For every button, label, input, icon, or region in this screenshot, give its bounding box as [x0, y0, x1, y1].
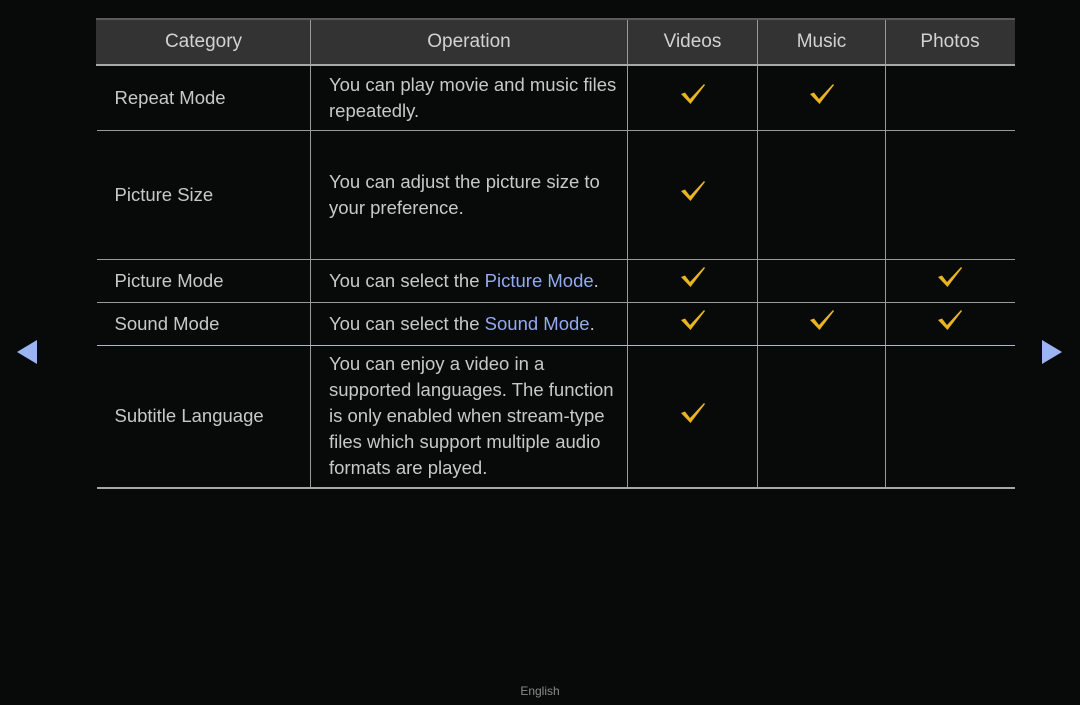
category-subtitle-language[interactable]: Subtitle Language: [96, 345, 311, 489]
operation-suffix: .: [589, 312, 595, 334]
operation-cell: You can select the Picture Mode.: [310, 259, 628, 303]
photos-cell: [885, 65, 1015, 131]
table-row: Repeat Mode You can play movie and music…: [96, 65, 1015, 131]
music-cell: [757, 302, 886, 346]
checkmark-icon: [680, 84, 705, 105]
operation-cell: You can enjoy a video in a supported lan…: [310, 345, 628, 489]
operation-suffix: .: [593, 269, 599, 291]
operation-text: You can adjust the picture size to your …: [329, 170, 600, 218]
videos-cell: [627, 130, 758, 260]
music-cell: [757, 130, 886, 260]
operation-cell: You can play movie and music files repea…: [310, 65, 628, 131]
videos-cell: [627, 345, 758, 489]
checkmark-icon: [809, 310, 834, 330]
header-photos: Photos: [885, 18, 1015, 66]
photos-cell: [885, 345, 1015, 489]
operation-cell: You can adjust the picture size to your …: [310, 130, 628, 260]
table-row: Picture Size You can adjust the picture …: [96, 130, 1015, 260]
checkmark-icon: [938, 267, 963, 287]
table-header-row: Category Operation Videos Music Photos: [96, 18, 1015, 66]
checkmark-icon: [680, 310, 705, 330]
header-operation: Operation: [310, 18, 628, 66]
e-manual-page: Category Operation Videos Music Photos R…: [0, 0, 1080, 705]
feature-table: Category Operation Videos Music Photos R…: [96, 18, 1015, 489]
checkmark-icon: [680, 181, 705, 201]
operation-highlight[interactable]: Sound Mode: [485, 313, 590, 334]
photos-cell: [885, 302, 1015, 346]
checkmark-icon: [809, 84, 834, 105]
operation-highlight[interactable]: Picture Mode: [485, 270, 594, 291]
operation-text: You can enjoy a video in a supported lan…: [329, 353, 614, 479]
operation-cell: You can select the Sound Mode.: [310, 302, 628, 346]
music-cell: [757, 65, 886, 131]
category-sound-mode[interactable]: Sound Mode: [96, 302, 311, 346]
header-videos: Videos: [627, 18, 758, 66]
photos-cell: [885, 259, 1015, 303]
videos-cell: [627, 259, 758, 303]
operation-text: You can select the: [329, 269, 485, 291]
table-row: Picture Mode You can select the Picture …: [96, 259, 1015, 303]
previous-page-arrow-icon[interactable]: [17, 340, 37, 364]
checkmark-icon: [680, 267, 705, 287]
checkmark-icon: [680, 402, 705, 423]
header-category: Category: [96, 18, 311, 66]
category-repeat-mode[interactable]: Repeat Mode: [96, 65, 311, 131]
music-cell: [757, 345, 886, 489]
videos-cell: [627, 302, 758, 346]
category-picture-mode[interactable]: Picture Mode: [96, 259, 311, 303]
checkmark-icon: [938, 310, 963, 330]
table-row: Sound Mode You can select the Sound Mode…: [96, 302, 1015, 346]
videos-cell: [627, 65, 758, 131]
operation-text: You can select the: [329, 312, 485, 334]
header-music: Music: [757, 18, 886, 66]
music-cell: [757, 259, 886, 303]
table-row: Subtitle Language You can enjoy a video …: [96, 345, 1015, 489]
operation-text: You can play movie and music files repea…: [329, 73, 617, 121]
category-picture-size[interactable]: Picture Size: [96, 130, 311, 260]
language-label: English: [520, 684, 560, 698]
photos-cell: [885, 130, 1015, 260]
next-page-arrow-icon[interactable]: [1042, 340, 1062, 364]
